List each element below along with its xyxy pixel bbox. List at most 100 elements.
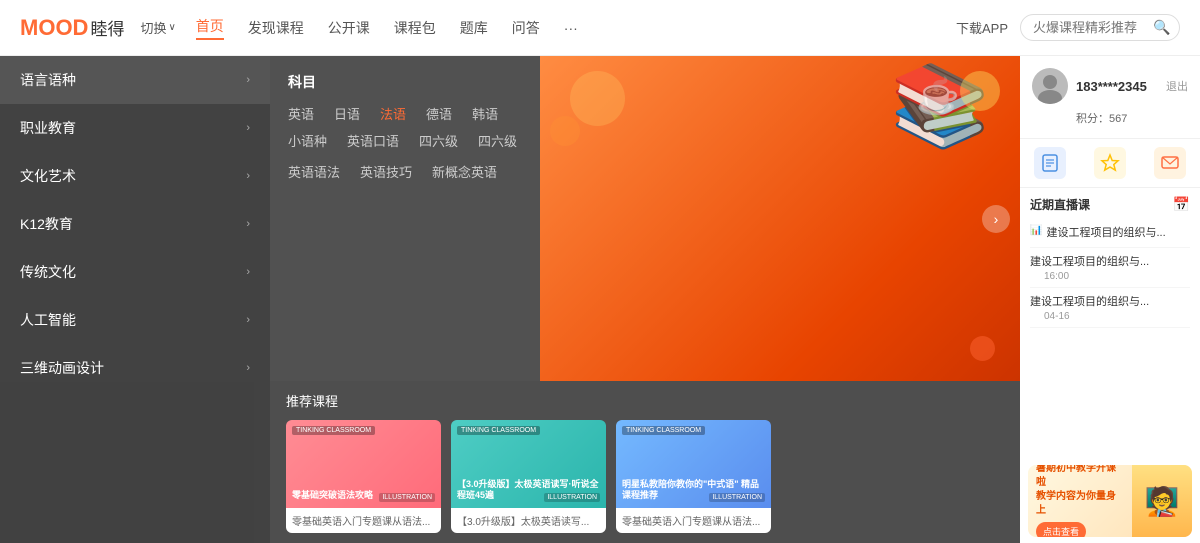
- header-right: 下载APP 🔍: [956, 14, 1180, 41]
- nav-item-discover[interactable]: 发现课程: [248, 18, 304, 38]
- tag-new-concept[interactable]: 新概念英语: [432, 162, 497, 181]
- logo-text: MOOD: [20, 15, 88, 41]
- right-panel: 183****2345 退出 积分：567 近期直播课 📅: [1020, 56, 1200, 543]
- carousel-panel: 📚 ☕ ›: [540, 56, 1020, 381]
- sidebar: 语言语种 › 职业教育 › 文化艺术 › K12教育 › 传统文化 › 人工智能…: [0, 56, 270, 543]
- sidebar-item-vocational[interactable]: 职业教育 ›: [0, 104, 270, 152]
- tag-english[interactable]: 英语: [288, 104, 314, 123]
- live-item-1-name: 📊 建设工程项目的组织与...: [1030, 224, 1190, 240]
- bar-chart-icon-1: 📊: [1030, 225, 1042, 236]
- nav-item-home[interactable]: 首页: [196, 16, 224, 40]
- nav-item-more[interactable]: ···: [564, 20, 578, 36]
- user-name: 183****2345: [1076, 79, 1147, 94]
- tag-cet46b[interactable]: 四六级: [478, 131, 517, 150]
- sidebar-item-ai[interactable]: 人工智能 ›: [0, 296, 270, 344]
- arrow-right-icon: ›: [246, 170, 250, 182]
- arrow-right-icon: ›: [246, 362, 250, 374]
- carousel-next-button[interactable]: ›: [982, 205, 1010, 233]
- live-item-3-text: 建设工程项目的组织与...: [1030, 293, 1149, 309]
- deco-circle-4: [970, 336, 995, 361]
- sidebar-item-k12-label: K12教育: [20, 214, 73, 234]
- sidebar-item-arts-label: 文化艺术: [20, 166, 76, 186]
- tag-oral-english[interactable]: 英语口语: [347, 131, 399, 150]
- center-panel: 科目 英语 日语 法语 德语 韩语 小语种 英语口语 四六级 四六级 英语语法 …: [270, 56, 1020, 543]
- logout-button[interactable]: 退出: [1166, 78, 1188, 94]
- live-item-3-time: 04-16: [1030, 311, 1190, 322]
- main-content: 语言语种 › 职业教育 › 文化艺术 › K12教育 › 传统文化 › 人工智能…: [0, 56, 1200, 543]
- course-card-1-image: TINKING CLASSROOM 零基础突破语法攻略 ILLUSTRATION: [286, 420, 441, 508]
- tag-japanese[interactable]: 日语: [334, 104, 360, 123]
- star-icon-button[interactable]: [1094, 147, 1126, 179]
- nav-item-open[interactable]: 公开课: [328, 18, 370, 38]
- deco-circle-1: [570, 71, 625, 126]
- tag-french[interactable]: 法语: [380, 104, 406, 123]
- message-icon-button[interactable]: [1154, 147, 1186, 179]
- download-button[interactable]: 下载APP: [956, 18, 1008, 37]
- ad-banner[interactable]: 暑期初中教学开课啦 教学内容为你量身上 点击查看 🧑‍🏫: [1028, 465, 1192, 537]
- tag-skills[interactable]: 英语技巧: [360, 162, 412, 181]
- arrow-right-icon: ›: [246, 122, 250, 134]
- live-item-2-name: 建设工程项目的组织与...: [1030, 253, 1190, 269]
- illustration-label-3: ILLUSTRATION: [709, 493, 765, 502]
- arrow-right-icon: ›: [246, 74, 250, 86]
- course-card-2-label: TINKING CLASSROOM: [457, 426, 540, 435]
- recommended-section: 推荐课程 TINKING CLASSROOM 零基础突破语法攻略 ILLUSTR…: [270, 381, 1020, 543]
- top-section: 科目 英语 日语 法语 德语 韩语 小语种 英语口语 四六级 四六级 英语语法 …: [270, 56, 1020, 381]
- nav-item-questions[interactable]: 题库: [460, 18, 488, 38]
- arrow-right-icon: ›: [246, 314, 250, 326]
- arrow-right-icon: ›: [246, 218, 250, 230]
- course-card-1[interactable]: TINKING CLASSROOM 零基础突破语法攻略 ILLUSTRATION…: [286, 420, 441, 533]
- user-actions: [1020, 139, 1200, 188]
- nav-item-packages[interactable]: 课程包: [394, 18, 436, 38]
- sidebar-item-3d[interactable]: 三维动画设计 ›: [0, 344, 270, 392]
- sidebar-item-3d-label: 三维动画设计: [20, 358, 104, 378]
- switch-button[interactable]: 切换 ∨: [140, 18, 175, 37]
- live-item-1-text: 建设工程项目的组织与...: [1046, 224, 1165, 240]
- recommended-title: 推荐课程: [286, 391, 1004, 410]
- nav-item-qa[interactable]: 问答: [512, 18, 540, 38]
- live-item-2[interactable]: 建设工程项目的组织与... 16:00: [1030, 248, 1190, 288]
- course-card-2[interactable]: TINKING CLASSROOM 【3.0升级版】太极英语读写·听说全程班45…: [451, 420, 606, 533]
- arrow-right-icon: ›: [246, 266, 250, 278]
- search-icon[interactable]: 🔍: [1153, 19, 1170, 36]
- live-section: 近期直播课 📅 📊 建设工程项目的组织与... 建设工程项目的组织与... 16…: [1020, 188, 1200, 459]
- tag-minor-lang[interactable]: 小语种: [288, 131, 327, 150]
- live-item-1[interactable]: 📊 建设工程项目的组织与...: [1030, 219, 1190, 248]
- illustration-label-2: ILLUSTRATION: [544, 493, 600, 502]
- illustration-label-1: ILLUSTRATION: [379, 493, 435, 502]
- sidebar-item-k12[interactable]: K12教育 ›: [0, 200, 270, 248]
- live-item-2-time: 16:00: [1030, 271, 1190, 282]
- live-item-2-text: 建设工程项目的组织与...: [1030, 253, 1149, 269]
- switch-label: 切换: [140, 18, 166, 37]
- chevron-down-icon: ∨: [168, 22, 175, 33]
- ad-title: 暑期初中教学开课啦 教学内容为你量身上: [1036, 465, 1124, 518]
- sidebar-item-arts[interactable]: 文化艺术 ›: [0, 152, 270, 200]
- course-card-1-label: TINKING CLASSROOM: [292, 426, 375, 435]
- ad-content: 暑期初中教学开课啦 教学内容为你量身上 点击查看: [1028, 465, 1132, 537]
- live-item-3[interactable]: 建设工程项目的组织与... 04-16: [1030, 288, 1190, 328]
- tag-korean[interactable]: 韩语: [472, 104, 498, 123]
- tag-german[interactable]: 德语: [426, 104, 452, 123]
- ad-illustration: 🧑‍🏫: [1132, 465, 1192, 537]
- search-input[interactable]: [1033, 20, 1153, 35]
- live-title-text: 近期直播课: [1030, 196, 1090, 213]
- sidebar-item-traditional[interactable]: 传统文化 ›: [0, 248, 270, 296]
- sidebar-item-language[interactable]: 语言语种 ›: [0, 56, 270, 104]
- deco-circle-3: [960, 71, 1000, 111]
- ad-button[interactable]: 点击查看: [1036, 522, 1086, 538]
- course-card-3[interactable]: TINKING CLASSROOM 明星私教陪你教你的"中式语" 精品课程推荐 …: [616, 420, 771, 533]
- course-card-2-image: TINKING CLASSROOM 【3.0升级版】太极英语读写·听说全程班45…: [451, 420, 606, 508]
- notes-icon-button[interactable]: [1034, 147, 1066, 179]
- sidebar-item-language-label: 语言语种: [20, 70, 76, 90]
- header: MOOD 睦得 切换 ∨ 首页 发现课程 公开课 课程包 题库 问答 ··· 下…: [0, 0, 1200, 56]
- tag-cet46[interactable]: 四六级: [419, 131, 458, 150]
- main-nav: 首页 发现课程 公开课 课程包 题库 问答 ···: [196, 16, 956, 40]
- search-bar: 🔍: [1020, 14, 1180, 41]
- course-card-1-bottom: 零基础英语入门专题课从语法...: [286, 508, 441, 533]
- course-card-2-bottom: 【3.0升级版】太极英语读写...: [451, 508, 606, 533]
- calendar-icon[interactable]: 📅: [1173, 196, 1190, 213]
- coffee-illustration: ☕: [916, 76, 960, 117]
- tag-grammar[interactable]: 英语语法: [288, 162, 340, 181]
- course-card-3-bottom: 零基础英语入门专题课从语法...: [616, 508, 771, 533]
- sidebar-item-ai-label: 人工智能: [20, 310, 76, 330]
